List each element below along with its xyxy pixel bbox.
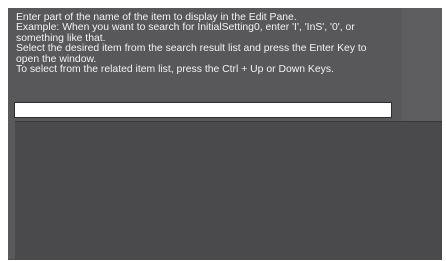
help-text: Enter part of the name of the item to di… — [16, 12, 384, 76]
help-line-4: To select from the related item list, pr… — [16, 64, 334, 76]
result-list-border — [8, 121, 15, 259]
help-line-3: Select the desired item from the search … — [16, 43, 367, 65]
help-line-2: Example: When you want to search for Ini… — [16, 22, 355, 44]
search-result-list[interactable] — [8, 121, 442, 260]
search-pane: Enter part of the name of the item to di… — [0, 0, 446, 261]
search-input[interactable] — [14, 102, 392, 118]
